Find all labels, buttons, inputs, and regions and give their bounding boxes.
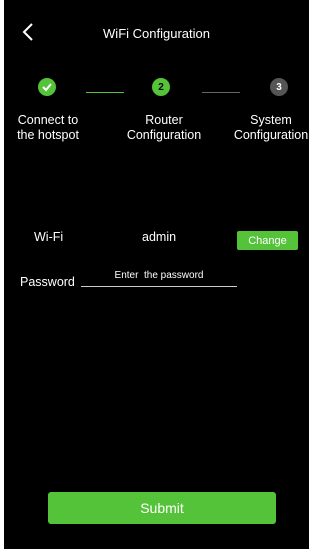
step-1-label-line1: Connect to [17,113,79,127]
step-1-indicator [38,78,56,96]
step-3-indicator: 3 [270,78,288,96]
password-input[interactable] [81,264,237,287]
submit-button[interactable]: Submit [48,492,276,524]
page-title: WiFi Configuration [103,26,210,41]
change-wifi-button[interactable]: Change [237,231,298,250]
wifi-label: Wi-Fi [34,230,64,244]
step-3-label-line1: System [250,113,292,127]
step-2-label-line1: Router [145,113,183,127]
step-2-label-line2: Configuration [126,128,202,142]
step-connector-1 [86,92,124,93]
password-label: Password [20,275,75,289]
step-3-label: System Configuration [228,113,309,143]
wifi-config-screen: WiFi Configuration 2 3 Connect to the ho… [4,0,309,549]
step-connector-2 [202,92,240,93]
step-1-label-line2: the hotspot [17,128,79,142]
check-icon [42,83,52,92]
step-1-label: Connect to the hotspot [6,113,90,143]
step-2-indicator: 2 [152,78,170,96]
wifi-ssid-value: admin [142,230,177,244]
step-3-label-line2: Configuration [233,128,309,142]
step-2-label: Router Configuration [116,113,212,143]
